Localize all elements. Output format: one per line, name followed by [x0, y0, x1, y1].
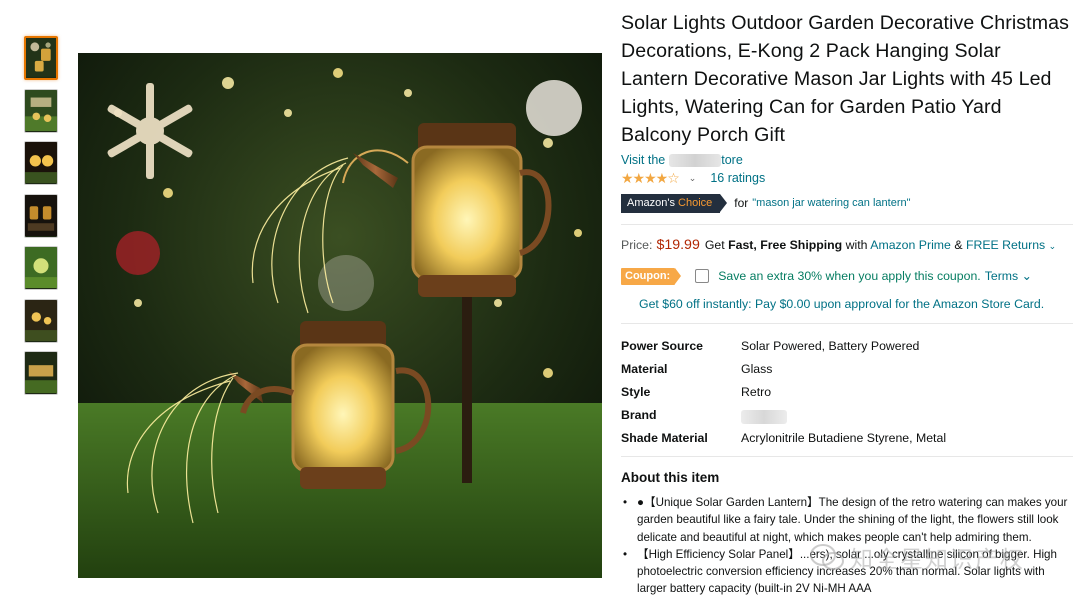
coupon-checkbox[interactable]: [695, 269, 710, 283]
star-rating-icon[interactable]: ★★★★☆: [621, 170, 680, 187]
coupon-badge: Coupon:: [621, 267, 682, 285]
price-label: Price:: [621, 238, 653, 252]
redacted-brand-value: [741, 409, 787, 424]
rating-chevron-icon[interactable]: ⌄: [689, 173, 697, 184]
ratings-row: ★★★★☆ ⌄ 16 ratings: [621, 169, 1073, 187]
shipping-amp: &: [954, 238, 963, 252]
about-bullet: 【High Efficiency Solar Panel】...ers), so…: [621, 546, 1073, 598]
product-info: Solar Lights Outdoor Garden Decorative C…: [621, 0, 1073, 598]
coupon-text[interactable]: Save an extra 30% when you apply this co…: [718, 269, 981, 283]
about-heading: About this item: [621, 470, 720, 485]
spec-value: Glass: [741, 361, 773, 376]
spec-value: Solar Powered, Battery Powered: [741, 338, 920, 353]
specs-table: Power Source Solar Powered, Battery Power…: [621, 334, 1073, 449]
badge-amazons-text: Amazon's: [627, 196, 675, 209]
amazons-choice-row: Amazon's Choice for "mason jar watering …: [621, 193, 1073, 213]
product-title: Solar Lights Outdoor Garden Decorative C…: [621, 12, 1070, 146]
shipping-get: Get: [704, 238, 725, 252]
spec-row: Shade Material Acrylonitrile Butadiene St…: [621, 426, 1073, 449]
thumbnail-4[interactable]: [24, 193, 58, 238]
coupon-row: Coupon: Save an extra 30% when you apply…: [621, 266, 1073, 286]
store-card-offer-link[interactable]: Get $60 off instantly: Pay $0.00 upon ap…: [639, 297, 1073, 313]
store-link-suffix[interactable]: tore: [721, 153, 743, 167]
fast-free-shipping: Fast, Free Shipping: [728, 238, 843, 252]
choice-query-link[interactable]: "mason jar watering can lantern": [752, 197, 910, 209]
spec-value: Acrylonitrile Butadiene Styrene, Metal: [741, 430, 947, 445]
spec-row: Material Glass: [621, 357, 1073, 380]
spec-key: Material: [621, 361, 668, 376]
redacted-store-name: [669, 153, 722, 167]
store-link-prefix[interactable]: Visit the: [621, 153, 665, 167]
spec-row: Power Source Solar Powered, Battery Power…: [621, 334, 1073, 357]
divider: [621, 323, 1073, 324]
free-returns-link[interactable]: FREE Returns: [966, 238, 1045, 252]
thumbnail-6[interactable]: [24, 298, 58, 343]
amazon-prime-link[interactable]: Amazon Prime: [870, 238, 951, 252]
price-row: Price: $19.99 Get Fast, Free Shipping wi…: [621, 237, 1073, 255]
shipping-info: Get Fast, Free Shipping with Amazon Prim…: [705, 238, 1056, 252]
thumbnail-1[interactable]: [24, 36, 58, 80]
spec-key: Power Source: [621, 338, 704, 353]
store-link[interactable]: Visit the tore: [621, 152, 1073, 168]
thumbnail-strip: [24, 36, 60, 404]
badge-choice-text: Choice: [678, 196, 713, 209]
ratings-count-link[interactable]: 16 ratings: [710, 171, 765, 185]
spec-value: Retro: [741, 384, 772, 399]
divider: [621, 224, 1073, 225]
main-product-image[interactable]: [78, 53, 602, 578]
spec-row: Style Retro: [621, 380, 1073, 403]
thumbnail-2[interactable]: [24, 88, 58, 133]
thumbnail-3[interactable]: [24, 141, 58, 185]
about-bullet: ●【Unique Solar Garden Lantern】The design…: [621, 494, 1073, 546]
spec-key: Shade Material: [621, 430, 708, 445]
about-bullets: ●【Unique Solar Garden Lantern】The design…: [621, 494, 1073, 598]
free-returns-chevron-icon[interactable]: ⌄: [1049, 241, 1057, 251]
thumbnail-7[interactable]: [24, 351, 58, 395]
spec-key: Style: [621, 384, 651, 399]
spec-key: Brand: [621, 407, 657, 422]
choice-for-label: for: [734, 196, 749, 210]
divider: [621, 456, 1073, 457]
price-value: $19.99: [656, 237, 700, 253]
spec-row: Brand: [621, 403, 1073, 426]
thumbnail-5[interactable]: [24, 246, 58, 290]
amazons-choice-badge: Amazon's Choice: [621, 193, 728, 213]
shipping-with: with: [845, 238, 868, 252]
coupon-terms-link[interactable]: Terms ⌄: [985, 269, 1032, 283]
